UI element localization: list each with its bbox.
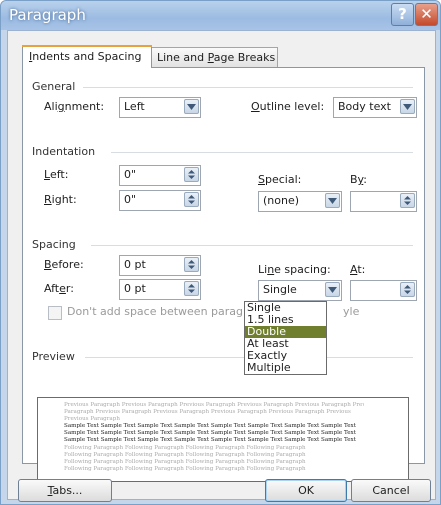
tabs-button[interactable]: Tabs...	[18, 479, 112, 502]
preview-line: Paragraph Previous Paragraph Previous Pa…	[64, 409, 351, 415]
tab-line-and-page-breaks[interactable]: Line and Page Breaks	[150, 47, 278, 67]
preview-line: Following Paragraph Following Paragraph …	[64, 459, 306, 465]
spinner-arrows-icon[interactable]	[184, 167, 199, 182]
by-label: By:	[350, 173, 367, 186]
outline-level-select[interactable]: Body text	[333, 97, 417, 118]
line-spacing-option[interactable]: Multiple	[245, 362, 326, 374]
help-icon: ?	[398, 5, 407, 23]
paragraph-dialog: Paragraph ? ✕ Indents and Spacing Line a…	[0, 0, 441, 505]
spinner-arrows-icon[interactable]	[184, 257, 199, 272]
chevron-down-icon	[325, 193, 340, 208]
space-before-spinner[interactable]: 0 pt	[119, 255, 201, 276]
before-label: Before:	[44, 258, 84, 271]
chevron-down-icon	[325, 282, 340, 297]
preview-line: Following Paragraph Following Paragraph …	[64, 452, 306, 458]
section-divider	[91, 245, 413, 246]
preview-line: Sample Text Sample Text Sample Text Samp…	[64, 430, 356, 436]
left-indent-spinner[interactable]: 0"	[119, 165, 201, 186]
dont-add-space-label: Don't add space between paragraph	[67, 305, 269, 318]
right-indent-spinner[interactable]: 0"	[119, 190, 201, 211]
left-indent-label: Left:	[44, 168, 69, 181]
cancel-button[interactable]: Cancel	[351, 479, 431, 502]
line-spacing-select[interactable]: Single	[258, 280, 342, 301]
preview-line: Previous Paragraph	[64, 416, 120, 422]
preview-line: Following Paragraph Following Paragraph …	[64, 466, 306, 472]
close-button[interactable]: ✕	[415, 3, 438, 26]
title-bar[interactable]: Paragraph ? ✕	[1, 1, 440, 30]
dialog-title: Paragraph	[9, 6, 86, 24]
dont-add-space-checkbox[interactable]	[48, 306, 62, 320]
spinner-arrows-icon[interactable]	[184, 192, 199, 207]
section-divider	[111, 152, 413, 153]
preview-line: Sample Text Sample Text Sample Text Samp…	[64, 423, 356, 429]
space-after-spinner[interactable]: 0 pt	[119, 279, 201, 300]
line-spacing-dropdown-list: Single 1.5 lines Double At least Exactly…	[244, 301, 327, 375]
section-general-heading: General	[32, 80, 76, 93]
special-label: Special:	[258, 173, 302, 186]
right-indent-label: Right:	[44, 193, 77, 206]
dialog-body: Indents and Spacing Line and Page Breaks…	[7, 30, 436, 502]
ok-button[interactable]: OK	[265, 479, 347, 502]
special-select[interactable]: (none)	[258, 191, 342, 212]
chevron-down-icon	[184, 99, 199, 114]
section-indentation-heading: Indentation	[32, 145, 96, 158]
preview-line: Following Paragraph Following Paragraph …	[64, 445, 306, 451]
preview-line: Previous Paragraph Previous Paragraph Pr…	[64, 402, 364, 408]
dont-add-space-label-tail: yle	[343, 305, 360, 318]
line-spacing-label: Line spacing:	[258, 263, 331, 276]
spinner-arrows-icon[interactable]	[400, 282, 415, 297]
after-label: After:	[44, 282, 74, 295]
preview-line: Sample Text Sample Text Sample Text Samp…	[64, 437, 356, 443]
at-label: At:	[350, 263, 366, 276]
section-divider	[83, 87, 413, 88]
at-spinner[interactable]	[350, 280, 417, 301]
spinner-arrows-icon[interactable]	[184, 281, 199, 296]
section-preview-heading: Preview	[32, 350, 75, 363]
close-icon: ✕	[420, 5, 433, 23]
alignment-label: Alignment:	[44, 100, 105, 113]
preview-box: Previous Paragraph Previous Paragraph Pr…	[37, 397, 409, 482]
section-spacing-heading: Spacing	[32, 238, 76, 251]
help-button[interactable]: ?	[391, 3, 414, 26]
alignment-select[interactable]: Left	[119, 97, 201, 118]
tab-indents-and-spacing[interactable]: Indents and Spacing	[22, 45, 152, 68]
chevron-down-icon	[400, 99, 415, 114]
outline-level-label: Outline level:	[251, 100, 325, 113]
by-spinner[interactable]	[350, 191, 417, 212]
spinner-arrows-icon[interactable]	[400, 193, 415, 208]
